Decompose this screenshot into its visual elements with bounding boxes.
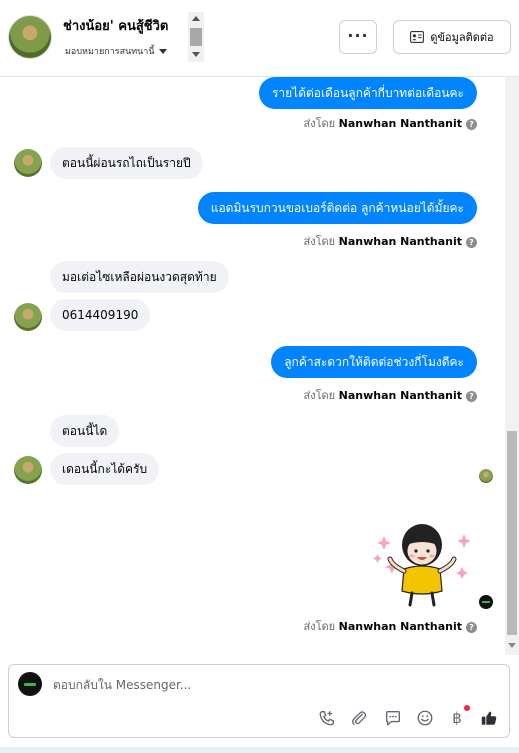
reply-input[interactable] (53, 675, 493, 695)
sent-by-label: ส่งโดย Nanwhan Nanthanit? (304, 114, 477, 132)
incoming-message[interactable]: ตอนนี้ผ่อนรถไถเป็นรายปี (50, 147, 203, 179)
header-scrollbar[interactable] (188, 12, 204, 62)
sender-name: Nanwhan Nanthanit (338, 620, 462, 633)
incoming-message[interactable]: เดอนนี้กะได้ครับ (50, 453, 160, 485)
info-icon[interactable]: ? (466, 621, 477, 633)
info-icon[interactable]: ? (466, 118, 477, 130)
incoming-message[interactable]: ตอนนี้ได (50, 415, 120, 447)
seen-by-contact-avatar (479, 469, 493, 483)
contact-message-avatar[interactable] (14, 149, 42, 177)
outgoing-message[interactable]: แอดมินรบกวนขอเบอร์ติดต่อ ลูกค้าหน่อยได้ม… (197, 192, 477, 224)
sender-name: Nanwhan Nanthanit (338, 117, 462, 130)
scroll-down-arrow-icon[interactable] (192, 52, 200, 57)
conversation-header: ช่างน้อย' คนสู้ชีวิต มอบหมายการสนทนานี้ … (0, 0, 519, 77)
sent-by-label: ส่งโดย Nanwhan Nanthanit? (304, 617, 477, 635)
notification-dot (464, 705, 470, 711)
scrollbar-thumb[interactable] (190, 28, 202, 46)
attachment-icon[interactable] (348, 707, 370, 729)
caret-down-icon (158, 49, 167, 54)
girl-cheering-sticker[interactable] (370, 509, 474, 609)
incoming-message[interactable]: 0614409190 (50, 299, 151, 331)
sender-name: Nanwhan Nanthanit (338, 389, 462, 402)
sent-by-label: ส่งโดย Nanwhan Nanthanit? (304, 386, 477, 404)
sent-by-label: ส่งโดย Nanwhan Nanthanit? (304, 232, 477, 250)
scrollbar-thumb[interactable] (507, 431, 517, 635)
message-thread[interactable]: รายได้ต่อเดือนลูกค้ากี่บาทต่อเดือนคะ ส่ง… (0, 77, 519, 655)
thread-scrollbar[interactable] (505, 77, 519, 655)
contact-info-label: ดูข้อมูลติดต่อ (430, 31, 494, 44)
incoming-message[interactable]: มอเต่อไซเหลือผ่อนงวดสุดท้าย (50, 261, 229, 293)
bottom-edge (0, 747, 519, 753)
inbox-conversation: ช่างน้อย' คนสู้ชีวิต มอบหมายการสนทนานี้ … (0, 0, 519, 753)
assign-label: มอบหมายการสนทนานี้ (65, 47, 155, 57)
contact-message-avatar[interactable] (14, 456, 42, 484)
call-icon[interactable] (316, 707, 338, 729)
info-icon[interactable]: ? (466, 390, 477, 402)
baht-symbol: ฿ (452, 709, 462, 727)
page-avatar (18, 672, 42, 696)
payment-icon[interactable]: ฿ (446, 705, 470, 729)
scroll-down-arrow-icon[interactable] (508, 643, 516, 648)
scroll-up-arrow-icon[interactable] (192, 16, 200, 21)
outgoing-message[interactable]: ลูกค้าสะดวกให้ติดต่อช่วงกี่โมงดีคะ (271, 346, 477, 378)
contact-name[interactable]: ช่างน้อย' คนสู้ชีวิต (63, 15, 168, 36)
view-contact-info-button[interactable]: ดูข้อมูลติดต่อ (393, 20, 511, 54)
like-icon[interactable] (478, 707, 500, 729)
info-icon[interactable]: ? (466, 236, 477, 248)
outgoing-message[interactable]: รายได้ต่อเดือนลูกค้ากี่บาทต่อเดือนคะ (258, 77, 477, 109)
contact-avatar[interactable] (8, 15, 52, 59)
seen-by-page-avatar (479, 595, 493, 609)
saved-reply-icon[interactable] (382, 707, 404, 729)
more-options-button[interactable]: ··· (339, 20, 377, 54)
contact-card-icon (410, 31, 425, 43)
reply-composer: ฿ (8, 664, 510, 738)
sender-name: Nanwhan Nanthanit (338, 235, 462, 248)
contact-message-avatar[interactable] (14, 303, 42, 331)
emoji-icon[interactable] (414, 707, 436, 729)
assign-conversation-dropdown[interactable]: มอบหมายการสนทนานี้ (65, 44, 167, 58)
